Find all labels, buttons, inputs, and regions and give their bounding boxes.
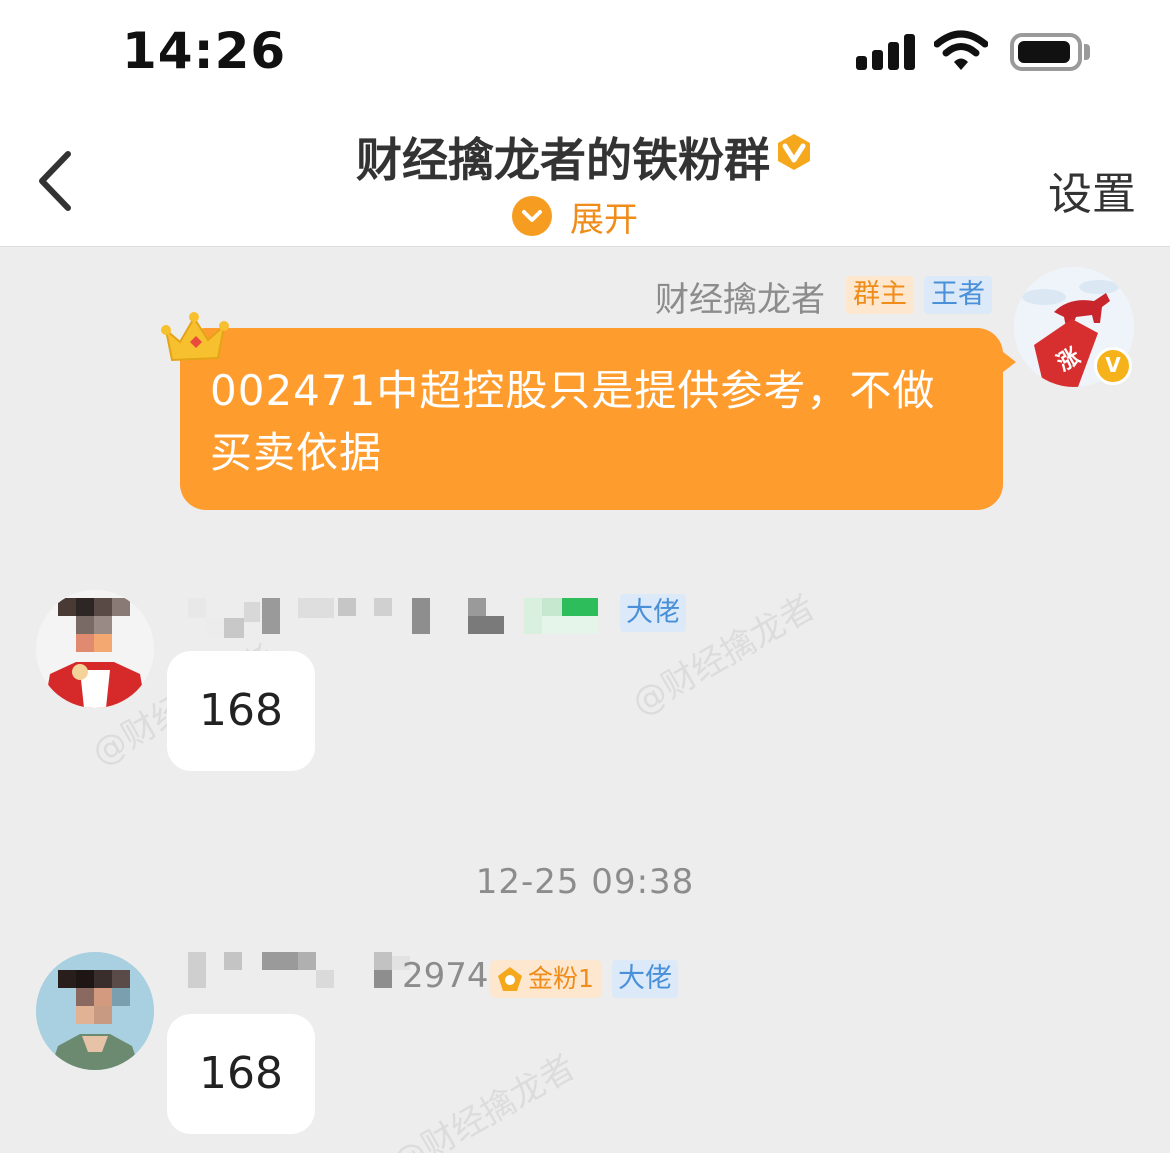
nickname-suffix: 2974 xyxy=(402,956,489,996)
expand-label: 展开 xyxy=(570,199,638,240)
gold-fan-icon xyxy=(498,967,522,991)
status-time: 14:26 xyxy=(122,22,287,80)
verified-icon: V xyxy=(1094,347,1132,385)
vip-badge-icon xyxy=(778,134,810,170)
expand-toggle[interactable]: 展开 xyxy=(512,194,638,240)
message-bubble[interactable]: 168 xyxy=(167,651,315,771)
nav-bar: 财经擒龙者的铁粉群 展开 设置 xyxy=(0,100,1170,247)
owner-message-bubble[interactable]: 002471中超控股只是提供参考，不做买卖依据 xyxy=(180,328,1003,510)
bubble-tail xyxy=(998,348,1016,376)
settings-button[interactable]: 设置 xyxy=(1048,158,1136,222)
message-text: 002471中超控股只是提供参考，不做买卖依据 xyxy=(210,366,936,477)
sender-name[interactable]: 财经擒龙者 xyxy=(655,272,825,321)
avatar[interactable] xyxy=(36,952,154,1070)
title-wrap: 财经擒龙者的铁粉群 xyxy=(0,124,1170,190)
message-bubble[interactable]: 168 xyxy=(167,1014,315,1134)
bigshot-badge: 大佬 xyxy=(612,960,678,998)
gold-fan-label: 金粉1 xyxy=(528,964,594,993)
timestamp: 12-25 09:38 xyxy=(475,862,695,902)
battery-icon xyxy=(1010,33,1082,71)
bigshot-badge: 大佬 xyxy=(620,594,686,632)
nickname-blur xyxy=(188,952,410,992)
group-title[interactable]: 财经擒龙者的铁粉群 xyxy=(356,133,770,187)
watermark: @财经擒龙者 xyxy=(385,1047,583,1153)
pixelated-avatar-icon xyxy=(36,952,154,1070)
nickname-blur xyxy=(188,598,608,638)
status-bar: 14:26 xyxy=(0,0,1170,100)
gold-fan-badge: 金粉1 xyxy=(490,960,602,998)
owner-badge: 群主 xyxy=(846,276,914,314)
avatar[interactable] xyxy=(36,590,154,708)
crown-icon xyxy=(161,312,229,362)
king-badge: 王者 xyxy=(924,276,992,314)
signal-icon xyxy=(856,34,916,70)
chevron-down-icon xyxy=(512,196,552,236)
pixelated-avatar-icon xyxy=(36,590,154,708)
battery-tip xyxy=(1084,44,1090,60)
wifi-icon xyxy=(934,30,988,70)
